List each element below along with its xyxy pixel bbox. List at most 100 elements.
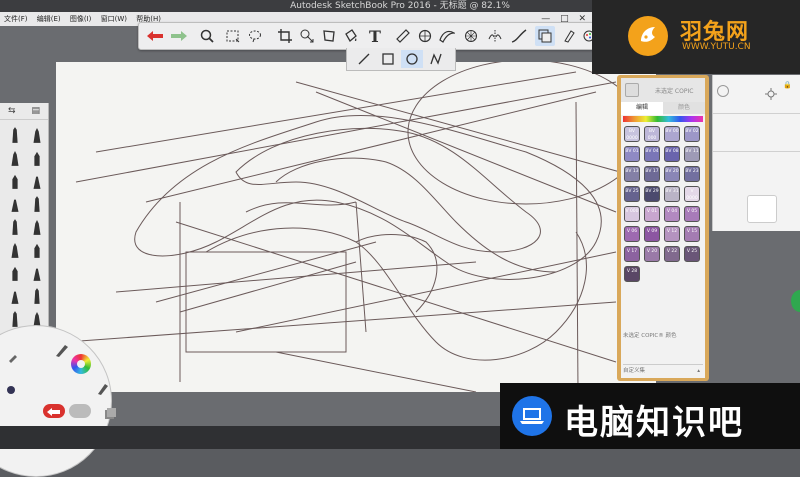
sketch-line bbox=[115, 261, 477, 293]
copic-swatch[interactable]: BV 04 bbox=[644, 146, 660, 162]
copic-swatch[interactable]: BV 0000 bbox=[624, 126, 640, 142]
menu-image[interactable]: 图像(I) bbox=[70, 15, 92, 23]
copic-swatch[interactable]: V 15 bbox=[684, 226, 700, 242]
brush-preset-icon[interactable] bbox=[8, 148, 22, 168]
redo-icon[interactable] bbox=[169, 26, 189, 46]
polyline-icon[interactable] bbox=[425, 50, 447, 68]
layer-visibility-icon[interactable] bbox=[717, 85, 729, 97]
copic-swatch[interactable]: BV 000 bbox=[644, 126, 660, 142]
rectangle-icon[interactable] bbox=[377, 50, 399, 68]
sketch-line bbox=[75, 81, 617, 183]
color-family-strip[interactable] bbox=[623, 116, 703, 122]
menu-window[interactable]: 窗口(W) bbox=[101, 15, 127, 23]
ruler-icon[interactable] bbox=[393, 26, 413, 46]
lagoon-redo-button[interactable] bbox=[69, 404, 91, 418]
copic-swatch[interactable]: BV 25 bbox=[624, 186, 640, 202]
brush-icon[interactable] bbox=[54, 342, 70, 362]
triangle-up-icon[interactable]: ▴ bbox=[697, 365, 700, 377]
layer-editor-icon[interactable] bbox=[535, 26, 555, 46]
lagoon-undo-button[interactable] bbox=[43, 404, 65, 418]
fill-icon[interactable] bbox=[341, 26, 361, 46]
copic-swatch[interactable]: V 12 bbox=[664, 226, 680, 242]
custom-set-bar[interactable]: 自定义集 ▴ bbox=[623, 364, 703, 377]
copic-footer-note: 未选定 COPIC® 颜色 bbox=[623, 333, 677, 339]
distort-icon[interactable] bbox=[319, 26, 339, 46]
color-wheel-icon[interactable] bbox=[71, 354, 91, 374]
copic-swatch[interactable]: BV 29 bbox=[644, 186, 660, 202]
copic-swatch[interactable]: V 06 bbox=[624, 226, 640, 242]
copic-swatch[interactable]: V 22 bbox=[664, 246, 680, 262]
layer-thumbnail[interactable] bbox=[747, 195, 777, 223]
perspective-icon[interactable] bbox=[461, 26, 481, 46]
copic-swatch[interactable]: V 17 bbox=[624, 246, 640, 262]
brush-preset-icon[interactable] bbox=[8, 240, 22, 260]
layers-icon[interactable] bbox=[103, 406, 117, 425]
brush-preset-icon[interactable] bbox=[30, 125, 44, 145]
custom-set-label: 自定义集 bbox=[623, 368, 646, 374]
brush-preset-icon[interactable] bbox=[8, 125, 22, 145]
brush-preset-icon[interactable] bbox=[8, 263, 22, 283]
brush-preset-icon[interactable] bbox=[30, 240, 44, 260]
ellipse-icon[interactable] bbox=[401, 50, 423, 68]
copic-swatch[interactable]: BV 13 bbox=[624, 166, 640, 182]
brush-preset-icon[interactable] bbox=[30, 217, 44, 237]
brush-preset-icon[interactable] bbox=[30, 148, 44, 168]
brush-preset-icon[interactable] bbox=[8, 171, 22, 191]
swap-icon[interactable]: ⇆ bbox=[8, 106, 16, 116]
french-curve-icon[interactable] bbox=[437, 26, 457, 46]
copic-swatch[interactable]: V 04 bbox=[664, 206, 680, 222]
layer-panel: 🔒 bbox=[712, 75, 800, 231]
ellipse-guide-icon[interactable] bbox=[415, 26, 435, 46]
window-title: Autodesk SketchBook Pro 2016 - 无标题 @ 82.… bbox=[290, 1, 510, 11]
copic-swatch[interactable]: BV 23 bbox=[684, 166, 700, 182]
copic-swatch[interactable]: BV 00 bbox=[664, 126, 680, 142]
move-icon[interactable] bbox=[765, 85, 777, 104]
copic-swatch[interactable]: BV 17 bbox=[644, 166, 660, 182]
copic-swatch[interactable]: V 09 bbox=[644, 226, 660, 242]
copic-header: 未选定 COPIC bbox=[621, 78, 705, 102]
copic-swatch[interactable]: V 05 bbox=[684, 206, 700, 222]
undo-icon[interactable] bbox=[145, 26, 165, 46]
brush-preset-icon[interactable] bbox=[30, 194, 44, 214]
brush-size-dot[interactable] bbox=[7, 386, 15, 394]
brush-preset-icon[interactable] bbox=[30, 263, 44, 283]
tab-color[interactable]: 颜色 bbox=[663, 102, 705, 114]
sketch-curve bbox=[134, 115, 602, 280]
menu-file[interactable]: 文件(F) bbox=[4, 15, 28, 23]
crop-icon[interactable] bbox=[275, 26, 295, 46]
layer-lock-icon[interactable]: 🔒 bbox=[783, 81, 792, 89]
text-icon[interactable]: T bbox=[365, 26, 385, 46]
drawing-canvas[interactable] bbox=[56, 59, 657, 393]
symmetry-icon[interactable] bbox=[485, 26, 505, 46]
copic-swatch[interactable]: BV 11 bbox=[684, 146, 700, 162]
brush-palette-icon[interactable] bbox=[559, 26, 579, 46]
brush-preset-icon[interactable] bbox=[30, 171, 44, 191]
tab-edit[interactable]: 编辑 bbox=[621, 102, 663, 115]
copic-swatch[interactable]: V 0000 bbox=[684, 186, 700, 202]
copic-swatch[interactable]: V 20 bbox=[644, 246, 660, 262]
selected-color-chip[interactable] bbox=[625, 83, 639, 97]
copic-swatch[interactable]: V 01 bbox=[644, 206, 660, 222]
transform-icon[interactable] bbox=[297, 26, 317, 46]
select-icon[interactable] bbox=[223, 26, 243, 46]
copic-swatch[interactable]: BV 01 bbox=[624, 146, 640, 162]
brush-preset-icon[interactable] bbox=[8, 217, 22, 237]
stroke-tool-icon[interactable] bbox=[509, 26, 529, 46]
copic-swatch[interactable]: BV 20 bbox=[664, 166, 680, 182]
brush-preset-icon[interactable] bbox=[30, 286, 44, 306]
menu-edit[interactable]: 编辑(E) bbox=[37, 15, 61, 23]
brush-preset-icon[interactable] bbox=[8, 194, 22, 214]
pen-icon[interactable] bbox=[96, 381, 110, 400]
copic-swatch[interactable]: V 000 bbox=[624, 206, 640, 222]
brush-preset-icon[interactable] bbox=[8, 286, 22, 306]
copic-swatch[interactable]: BV 08 bbox=[664, 146, 680, 162]
copic-swatch[interactable]: BV 31 bbox=[664, 186, 680, 202]
line-icon[interactable] bbox=[353, 50, 375, 68]
copic-swatch[interactable]: V 28 bbox=[624, 266, 640, 282]
lasso-select-icon[interactable] bbox=[245, 26, 265, 46]
copic-swatch[interactable]: V 25 bbox=[684, 246, 700, 262]
zoom-icon[interactable] bbox=[197, 26, 217, 46]
eyedropper-icon[interactable] bbox=[7, 348, 19, 367]
brush-list-icon[interactable]: ▤ bbox=[32, 106, 41, 116]
copic-swatch[interactable]: BV 02 bbox=[684, 126, 700, 142]
